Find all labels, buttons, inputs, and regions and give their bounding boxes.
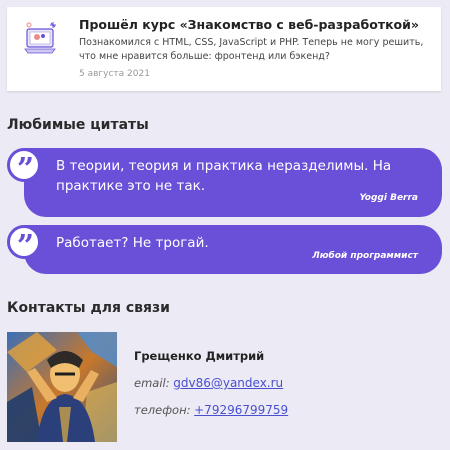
course-illustration-icon xyxy=(24,22,56,54)
course-date: 5 августа 2021 xyxy=(79,69,150,79)
quotes-title: Любимые цитаты xyxy=(7,117,149,133)
quote-card: В теории, теория и практика неразделимы.… xyxy=(24,148,442,217)
contact-phone-row: телефон: +79296799759 xyxy=(134,403,288,417)
contacts-title: Контакты для связи xyxy=(7,300,170,316)
phone-label: телефон: xyxy=(134,403,191,417)
contact-email-row: email: gdv86@yandex.ru xyxy=(134,376,283,390)
quote-card: Работает? Не трогай. Любой программист xyxy=(24,225,442,274)
quote-icon: ” xyxy=(7,148,41,187)
quote-mark-glyph: ” xyxy=(16,229,34,264)
quote-icon: ” xyxy=(7,225,41,264)
avatar-image xyxy=(7,332,117,442)
email-label: email: xyxy=(134,376,170,390)
course-card: Прошёл курс «Знакомство с веб-разработко… xyxy=(7,7,441,91)
contact-name: Грещенко Дмитрий xyxy=(134,349,265,363)
course-description: Познакомился с HTML, CSS, JavaScript и P… xyxy=(79,37,424,62)
course-title: Прошёл курс «Знакомство с веб-разработко… xyxy=(79,17,419,32)
avatar xyxy=(7,332,117,442)
quote-author: Yoggi Berra xyxy=(359,193,418,203)
quote-mark-glyph: ” xyxy=(16,152,34,187)
quote-text: В теории, теория и практика неразделимы.… xyxy=(56,158,392,194)
email-link[interactable]: gdv86@yandex.ru xyxy=(173,376,283,390)
quote-author: Любой программист xyxy=(312,251,418,261)
quote-text: Работает? Не трогай. xyxy=(56,235,209,251)
phone-link[interactable]: +79296799759 xyxy=(194,403,288,417)
